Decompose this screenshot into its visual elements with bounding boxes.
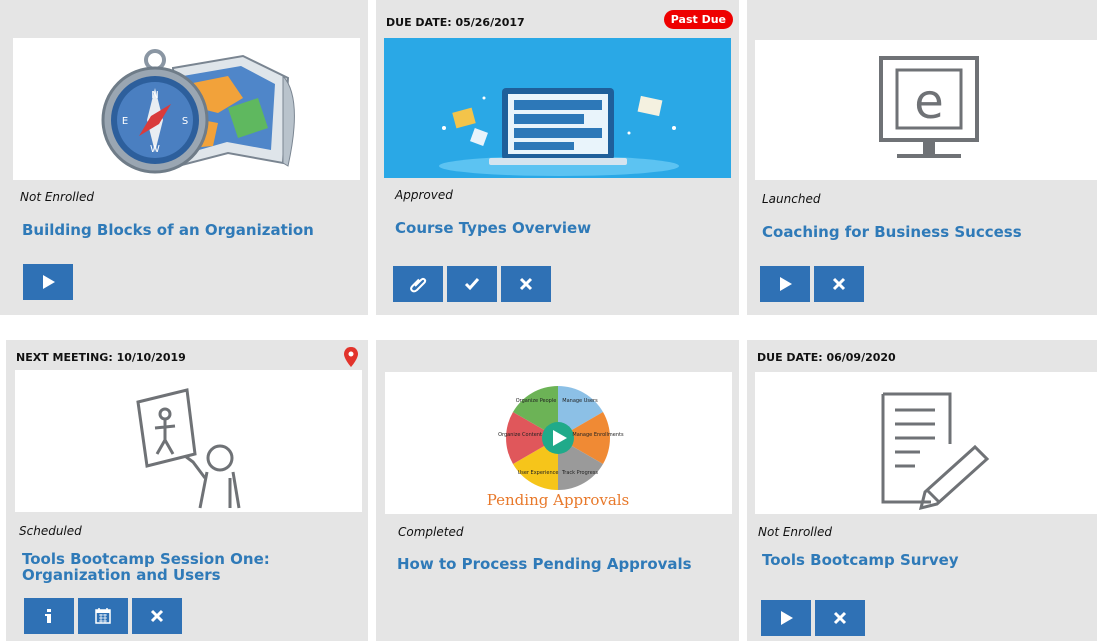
enrollment-status: Not Enrolled	[758, 525, 832, 539]
paperclip-icon	[410, 277, 427, 293]
attachment-button[interactable]	[393, 266, 443, 302]
bootcamp-survey-thumbnail[interactable]	[755, 372, 1097, 514]
course-title[interactable]: Course Types Overview	[395, 220, 725, 236]
check-icon	[464, 278, 480, 291]
instructor-board-icon	[136, 388, 241, 509]
course-title[interactable]: Tools Bootcamp Session One: Organization…	[22, 551, 352, 583]
course-title[interactable]: How to Process Pending Approvals	[397, 556, 732, 572]
wheel-segment-label: Track Progress	[561, 470, 598, 476]
e-learning-monitor-icon: e	[879, 56, 979, 158]
svg-text:W: W	[150, 144, 160, 155]
wheel-segment-label: User Experience	[518, 470, 559, 476]
survey-document-icon	[881, 392, 990, 511]
past-due-badge: Past Due	[663, 10, 733, 29]
course-title[interactable]: Coaching for Business Success	[762, 224, 1092, 240]
course-card-bootcamp-session: NEXT MEETING: 10/10/2019 Scheduled Tools…	[6, 340, 368, 641]
course-card-course-types: DUE DATE: 05/26/2017 Past Due Approved C…	[376, 0, 739, 315]
due-date-label: DUE DATE: 05/26/2017	[386, 16, 525, 29]
card-actions	[761, 600, 865, 636]
close-icon	[150, 609, 164, 623]
wheel-segment-label: Manage Users	[562, 398, 598, 404]
cancel-button[interactable]	[501, 266, 551, 302]
calendar-icon	[95, 608, 111, 624]
cancel-button[interactable]	[814, 266, 864, 302]
pending-approvals-wheel: Manage Users Manage Enrollments Track Pr…	[487, 386, 630, 509]
thumbnail-caption: Pending Approvals	[487, 491, 630, 509]
compass-map-icon: N E S W	[101, 49, 295, 174]
launch-button[interactable]	[23, 264, 73, 300]
close-icon	[519, 277, 533, 291]
due-date-label: DUE DATE: 06/09/2020	[757, 351, 896, 364]
cancel-button[interactable]	[132, 598, 182, 634]
launch-button[interactable]	[760, 266, 810, 302]
location-pin-icon[interactable]	[344, 347, 358, 367]
course-card-building-blocks: N E S W Not Enrolled Building Blocks of …	[0, 0, 368, 315]
enrollment-status: Completed	[398, 525, 464, 539]
course-card-pending-approvals: Manage Users Manage Enrollments Track Pr…	[376, 340, 739, 641]
next-meeting-label: NEXT MEETING: 10/10/2019	[16, 351, 186, 364]
card-actions	[24, 598, 182, 634]
course-types-thumbnail[interactable]	[384, 38, 731, 178]
wheel-segment-label: Organize People	[516, 398, 557, 404]
approve-button[interactable]	[447, 266, 497, 302]
svg-text:e: e	[914, 74, 944, 130]
enrollment-status: Not Enrolled	[20, 190, 94, 204]
svg-text:N: N	[151, 90, 158, 101]
wheel-segment-label: Organize Content	[498, 432, 542, 438]
course-title[interactable]: Tools Bootcamp Survey	[762, 552, 1092, 568]
enrollment-status: Scheduled	[19, 524, 82, 538]
cancel-button[interactable]	[815, 600, 865, 636]
course-card-bootcamp-survey: DUE DATE: 06/09/2020 Not Enrolled Tools …	[747, 340, 1097, 641]
launch-button[interactable]	[761, 600, 811, 636]
play-icon	[781, 611, 793, 625]
card-actions	[23, 264, 73, 300]
close-icon	[832, 277, 846, 291]
info-icon	[45, 609, 51, 623]
bootcamp-session-thumbnail[interactable]	[15, 370, 362, 512]
info-button[interactable]	[24, 598, 74, 634]
wheel-segment-label: Manage Enrollments	[572, 432, 624, 438]
enrollment-status: Launched	[762, 192, 821, 206]
card-actions	[760, 266, 864, 302]
close-icon	[833, 611, 847, 625]
enrollment-status: Approved	[395, 188, 453, 202]
play-icon	[43, 275, 55, 289]
play-icon	[780, 277, 792, 291]
coaching-thumbnail[interactable]: e	[755, 40, 1097, 180]
calendar-button[interactable]	[78, 598, 128, 634]
course-card-coaching: e Launched Coaching for Business Success	[747, 0, 1097, 315]
svg-text:S: S	[182, 116, 188, 127]
svg-text:E: E	[122, 116, 128, 127]
course-title[interactable]: Building Blocks of an Organization	[22, 222, 352, 238]
card-actions	[393, 266, 551, 302]
laptop-books-icon	[384, 38, 731, 178]
compass-map-thumbnail[interactable]: N E S W	[13, 38, 360, 180]
pending-approvals-thumbnail[interactable]: Manage Users Manage Enrollments Track Pr…	[385, 372, 732, 514]
